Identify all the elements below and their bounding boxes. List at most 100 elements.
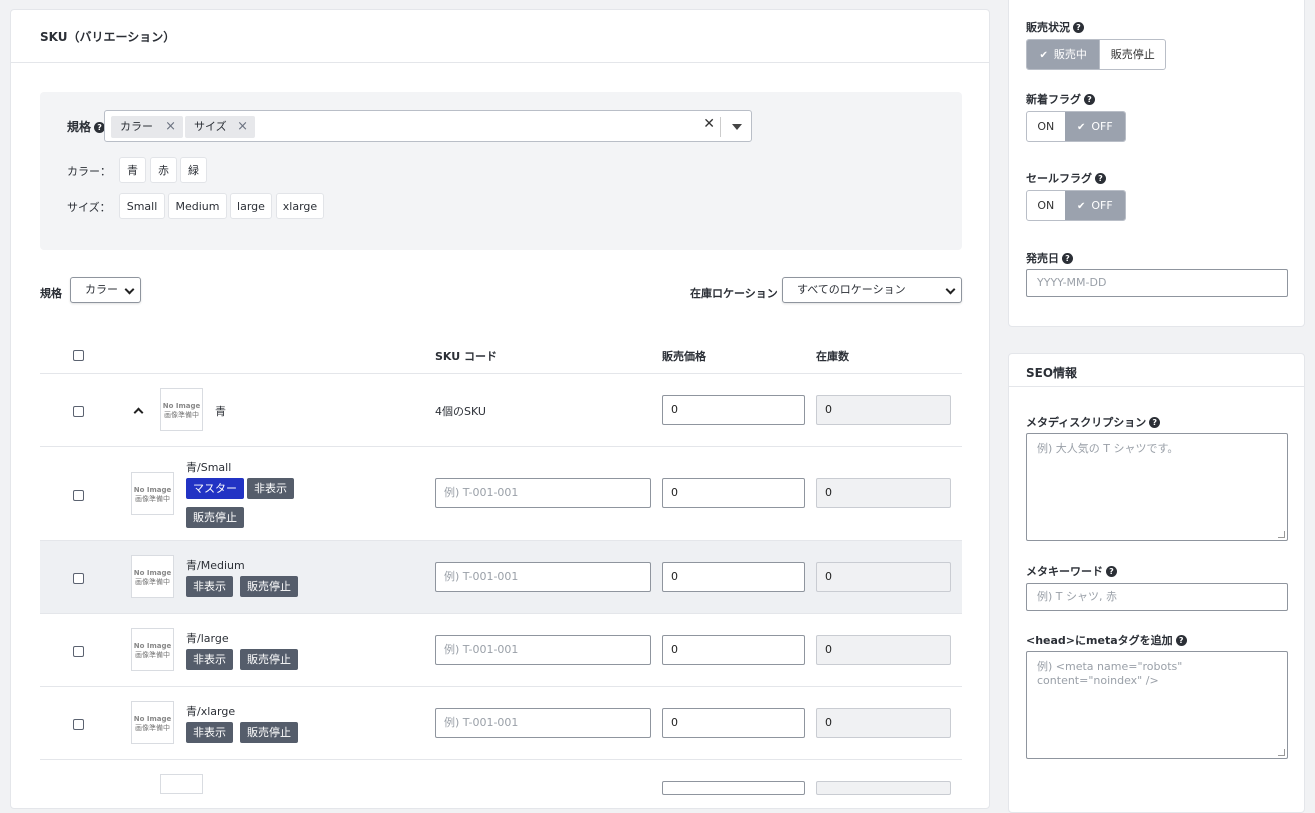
help-icon[interactable]: ? [1095,173,1106,184]
size-option-large[interactable]: large [230,193,272,219]
help-icon[interactable]: ? [1073,22,1084,33]
help-icon[interactable]: ? [1175,635,1187,646]
seo-card: SEO情報 メタディスクリプション? 例) 大人気の T シャツです。 メタキー… [1008,353,1305,813]
row-divider [40,686,962,687]
separator [720,117,721,137]
header-stock: 在庫数 [816,350,849,363]
variant-image: No Image 画像準備中 [131,472,174,515]
chip-remove-icon[interactable]: × [165,116,176,138]
variant-image: No Image 画像準備中 [131,701,174,744]
variant-image: No Image 画像準備中 [131,628,174,671]
variant-name: 青/xlarge [186,705,236,718]
sale-status-toggle[interactable]: 販売中 販売停止 [1026,39,1166,70]
price-input[interactable]: 0 [662,708,805,738]
spec-chip-color: カラー × [111,116,183,138]
size-option-small[interactable]: Small [119,193,165,219]
select-all-checkbox[interactable] [73,350,84,361]
variant-name: 青/Small [186,461,232,474]
help-icon[interactable]: ? [1084,94,1095,105]
sku-code-input[interactable]: 例) T-001-001 [435,562,651,592]
sale-flag-off[interactable]: OFF [1064,191,1125,220]
head-meta-label: <head>にmetaタグを追加? [1026,632,1187,648]
stopped-badge: 販売停止 [240,722,298,743]
new-flag-toggle[interactable]: ON OFF [1026,111,1126,142]
spec-chip-size: サイズ × [185,116,255,138]
chevron-down-icon [945,284,956,295]
meta-description-label: メタディスクリプション? [1026,414,1161,430]
row-divider [40,759,962,760]
hidden-badge: 非表示 [186,576,233,597]
row-divider [40,446,962,447]
stock-field [816,781,951,795]
variant-name: 青/Medium [186,559,245,572]
sku-code-input[interactable]: 例) T-001-001 [435,708,651,738]
spec-settings-box: 規格? カラー × サイズ × ✕ カラー： 青 赤 緑 サイズ： Small Me… [40,92,962,250]
row-checkbox[interactable] [73,646,84,657]
meta-keywords-label: メタキーワード? [1026,563,1117,579]
price-input[interactable]: 0 [662,562,805,592]
sale-status-on[interactable]: 販売中 [1027,40,1100,69]
help-icon[interactable]: ? [1149,417,1161,428]
hidden-badge: 非表示 [186,722,233,743]
resize-handle[interactable] [1278,749,1285,756]
size-options-label: サイズ： [67,201,111,214]
chip-remove-icon[interactable]: × [237,116,248,138]
sku-code-input[interactable]: 例) T-001-001 [435,635,651,665]
size-option-medium[interactable]: Medium [168,193,227,219]
header-sku-code: SKU コード [435,350,498,363]
spec-label: 規格? [67,118,106,135]
stopped-badge: 販売停止 [186,507,244,528]
row-checkbox[interactable] [73,490,84,501]
row-divider [40,613,962,614]
location-filter-select[interactable]: すべてのロケーション [782,277,962,303]
variant-name: 青/large [186,632,229,645]
group-checkbox[interactable] [73,406,84,417]
color-option-blue[interactable]: 青 [119,157,146,183]
divider [1009,386,1304,387]
divider [11,62,989,63]
sku-card-title: SKU（バリエーション） [40,30,176,44]
head-meta-textarea[interactable]: 例) <meta name="robots" content="noindex"… [1026,651,1288,759]
spec-filter-select[interactable]: カラー [70,277,141,303]
seo-card-title: SEO情報 [1026,366,1078,380]
sku-code-input[interactable]: 例) T-001-001 [435,478,651,508]
new-flag-on[interactable]: ON [1027,112,1065,141]
chevron-up-icon[interactable] [133,407,144,418]
row-checkbox[interactable] [73,719,84,730]
help-icon[interactable]: ? [1106,566,1117,577]
stock-field: 0 [816,708,951,738]
color-option-green[interactable]: 緑 [180,157,207,183]
size-option-xlarge[interactable]: xlarge [276,193,324,219]
price-input[interactable]: 0 [662,635,805,665]
stopped-badge: 販売停止 [240,576,298,597]
group-image: No Image 画像準備中 [160,388,203,431]
status-card: 販売状況? 販売中 販売停止 新着フラグ? ON OFF セールフラグ? ON … [1008,0,1305,327]
meta-keywords-input[interactable]: 例) T シャツ, 赤 [1026,583,1288,611]
release-date-input[interactable]: YYYY-MM-DD [1026,269,1288,297]
row-divider [40,373,962,374]
price-input[interactable]: 0 [662,478,805,508]
price-input[interactable] [662,781,805,795]
location-filter-label: 在庫ロケーション [690,287,778,300]
spec-filter-label: 規格 [40,287,62,300]
release-date-label: 発売日? [1026,250,1073,266]
row-checkbox[interactable] [73,573,84,584]
color-option-red[interactable]: 赤 [150,157,177,183]
chevron-down-icon[interactable] [732,124,742,130]
sale-flag-toggle[interactable]: ON OFF [1026,190,1126,221]
sale-flag-on[interactable]: ON [1027,191,1065,220]
clear-icon[interactable]: ✕ [703,116,715,132]
help-icon[interactable]: ? [1062,253,1073,264]
stock-field: 0 [816,635,951,665]
new-flag-off[interactable]: OFF [1064,112,1125,141]
header-price: 販売価格 [662,350,706,363]
spec-multi-select[interactable]: カラー × サイズ × ✕ [104,110,752,142]
sku-card: SKU（バリエーション） 規格? カラー × サイズ × ✕ カラー： 青 赤 緑 … [10,9,990,809]
sale-status-stopped[interactable]: 販売停止 [1099,40,1165,69]
resize-handle[interactable] [1278,531,1285,538]
hidden-badge: 非表示 [247,478,294,499]
stock-field: 0 [816,478,951,508]
group-price-input[interactable]: 0 [662,395,805,425]
meta-description-textarea[interactable]: 例) 大人気の T シャツです。 [1026,433,1288,541]
new-flag-label: 新着フラグ? [1026,91,1095,107]
